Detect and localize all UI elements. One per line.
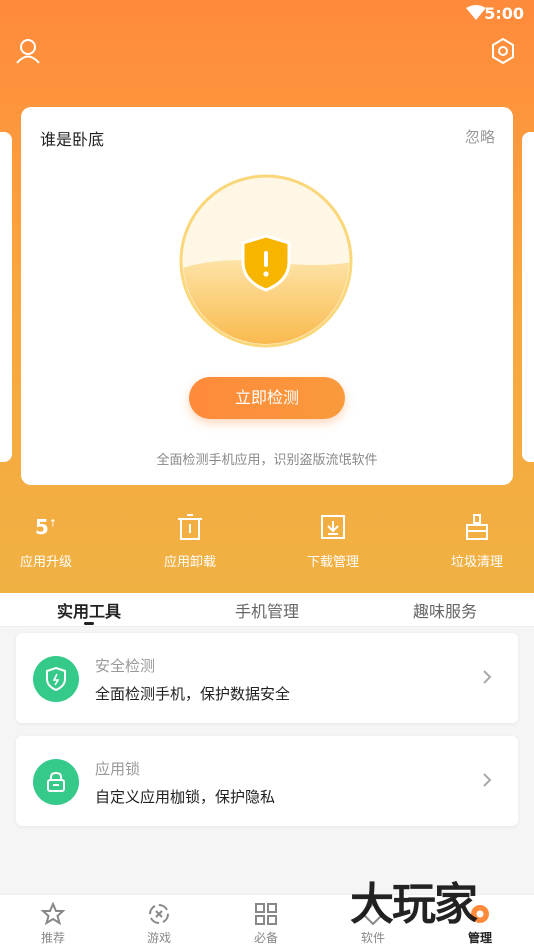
tab-phone-management[interactable]: 手机管理 [197,598,337,622]
chevron-right-icon [483,773,492,787]
card-title: 谁是卧底 [40,130,105,149]
list-item-title: 安全检测 [95,657,156,675]
grid-icon [255,903,277,925]
junk-clean-label: 垃圾清理 [450,555,503,570]
shield-warning-icon [241,234,291,292]
lock-icon [33,759,79,805]
tool-tabs: 实用工具 手机管理 趣味服务 [0,593,534,627]
status-time: 5:00 [484,4,524,23]
app-uninstall-label: 应用卸载 [163,555,216,570]
app-update-button[interactable]: 5↑ 应用升级 [0,510,96,570]
download-icon [321,515,345,539]
junk-clean-button[interactable]: 垃圾清理 [427,510,527,570]
status-bar: 5:00 [0,0,534,30]
nav-games[interactable]: 游戏 [106,901,212,946]
list-item-security-check[interactable]: 安全检测 全面检测手机，保护数据安全 [16,633,518,723]
start-check-button[interactable]: 立即检测 [189,377,345,419]
user-icon[interactable] [14,37,42,65]
wifi-icon [466,5,486,20]
app-uninstall-button[interactable]: 应用卸载 [140,510,240,570]
quick-actions: 5↑ 应用升级 应用卸载 下载管理 垃圾清理 [0,510,534,580]
ignore-button[interactable]: 忽略 [465,126,495,147]
app-update-label: 应用升级 [19,555,72,570]
list-item-title: 应用锁 [95,760,141,778]
nav-label: 游戏 [146,931,171,945]
list-item-app-lock[interactable]: 应用锁 自定义应用枷锁，保护隐私 [16,736,518,826]
nav-label: 必备 [253,931,278,945]
broom-icon [466,514,488,540]
previous-card-peek[interactable] [0,132,12,462]
settings-icon[interactable] [489,37,517,65]
download-manager-label: 下载管理 [306,555,359,570]
download-manager-button[interactable]: 下载管理 [283,510,383,570]
list-item-description: 自定义应用枷锁，保护隐私 [95,788,276,806]
star-icon [41,902,65,926]
nav-label: 推荐 [40,931,65,945]
chevron-right-icon [483,670,492,684]
tab-utilities[interactable]: 实用工具 [19,598,159,622]
nav-essentials[interactable]: 必备 [213,901,319,946]
update-count: 5 [34,515,49,539]
active-tab-indicator [84,622,94,625]
list-item-description: 全面检测手机，保护数据安全 [95,685,291,703]
watermark-logo: 大玩家 [350,879,478,930]
update-count-badge: 5↑ [0,510,96,544]
update-arrow: ↑ [48,518,58,530]
gamepad-icon [149,904,169,924]
detection-card: 谁是卧底 忽略 立即检测 全面检测手机应用，识别盗版流氓软件 [21,107,513,485]
next-card-peek[interactable] [522,132,534,462]
card-description: 全面检测手机应用，识别盗版流氓软件 [156,453,378,468]
trash-icon [178,514,202,540]
nav-recommend[interactable]: 推荐 [0,901,106,946]
shield-icon [33,656,79,702]
tab-fun-services[interactable]: 趣味服务 [375,598,515,622]
